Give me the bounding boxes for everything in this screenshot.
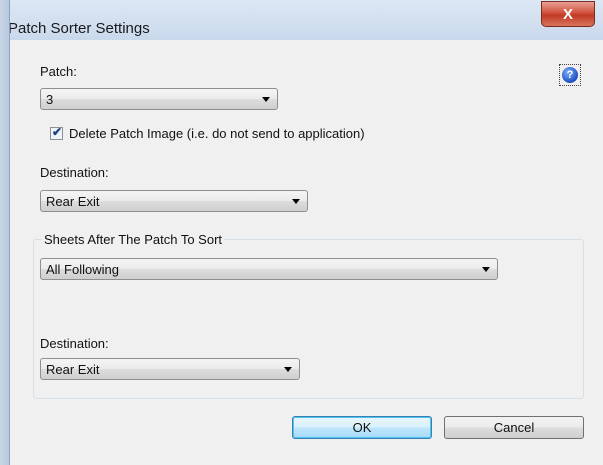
ok-button[interactable]: OK [292, 416, 432, 439]
sheets-group-title: Sheets After The Patch To Sort [42, 232, 225, 247]
cancel-button-label: Cancel [493, 420, 535, 435]
help-button[interactable]: ? [559, 64, 581, 86]
dialog-window: Patch Sorter Settings X Patch: 3 ? ✔ Del… [0, 0, 603, 465]
sheets-select-value: All Following [46, 262, 119, 277]
destination-label: Destination: [40, 165, 109, 180]
help-glyph: ? [566, 69, 574, 81]
chevron-down-icon [284, 367, 292, 372]
group-destination-select-value: Rear Exit [46, 362, 100, 377]
destination-select-value: Rear Exit [46, 194, 100, 209]
chevron-down-icon [482, 267, 490, 272]
help-icon: ? [562, 67, 578, 83]
title-bar[interactable]: Patch Sorter Settings X [0, 0, 603, 40]
window-frame-left [0, 0, 10, 465]
patch-select[interactable]: 3 [40, 88, 278, 110]
patch-label: Patch: [40, 64, 77, 79]
ok-button-label: OK [352, 420, 372, 435]
group-destination-select[interactable]: Rear Exit [40, 358, 300, 380]
cancel-button[interactable]: Cancel [444, 416, 584, 439]
chevron-down-icon [262, 97, 270, 102]
checkmark-icon: ✔ [52, 125, 63, 139]
window-title: Patch Sorter Settings [8, 20, 150, 37]
group-destination-label: Destination: [40, 336, 109, 351]
dialog-client-area: Patch: 3 ? ✔ Delete Patch Image (i.e. do… [10, 40, 603, 465]
close-button[interactable]: X [541, 1, 595, 27]
close-icon: X [562, 5, 573, 23]
delete-patch-checkbox[interactable]: ✔ [50, 125, 63, 140]
delete-patch-label[interactable]: Delete Patch Image (i.e. do not send to … [69, 126, 365, 141]
chevron-down-icon [292, 199, 300, 204]
patch-select-value: 3 [46, 92, 54, 107]
destination-select[interactable]: Rear Exit [40, 190, 308, 212]
sheets-select[interactable]: All Following [40, 258, 498, 280]
